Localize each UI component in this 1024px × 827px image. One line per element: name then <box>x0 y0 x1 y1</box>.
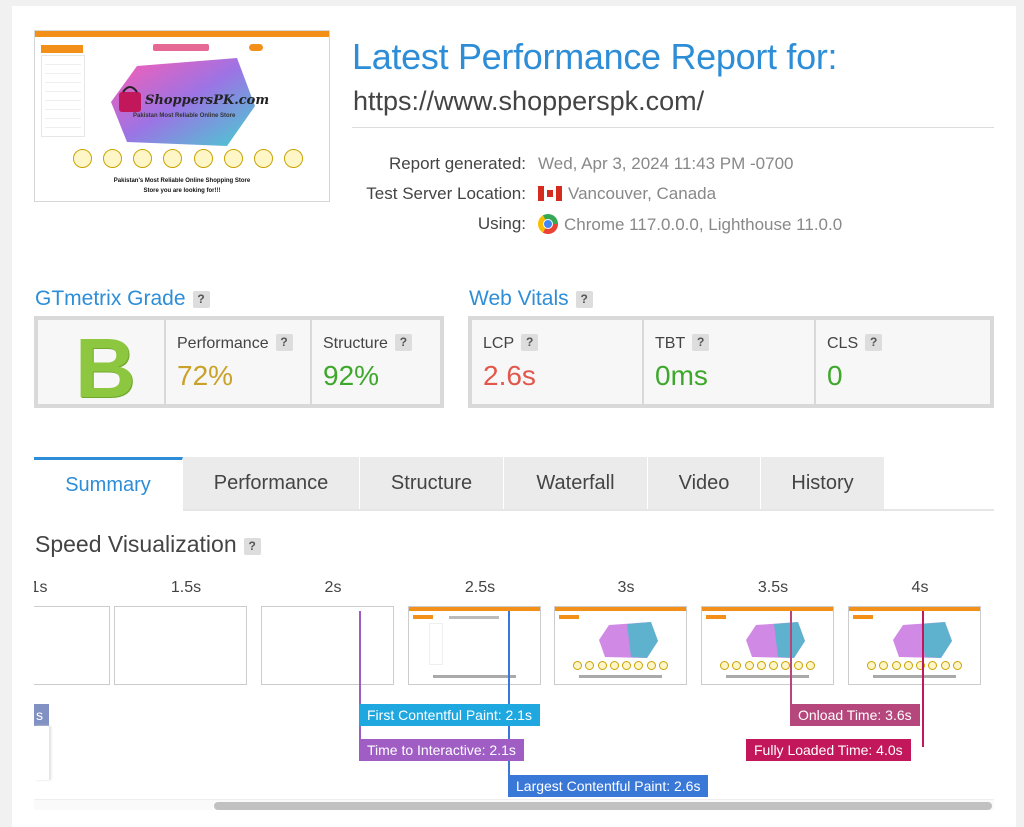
thumb-tagline: Pakistan Most Reliable Online Store <box>133 113 236 119</box>
tab-waterfall[interactable]: Waterfall <box>504 457 648 509</box>
meta-row-using: Using: Chrome 117.0.0.0, Lighthouse 11.0… <box>342 214 992 238</box>
vital-label-wrap: LCP? <box>483 334 539 353</box>
page-screenshot-thumbnail[interactable]: ShoppersPK.com Pakistan Most Reliable On… <box>34 30 330 202</box>
tti-label: Time to Interactive: 2.1s <box>359 739 524 761</box>
gtmetrix-grade-heading: GTmetrix Grade? <box>35 287 210 311</box>
help-icon[interactable]: ? <box>275 334 293 351</box>
thumb-top-bar <box>35 31 329 37</box>
chrome-icon <box>538 214 558 234</box>
timeline-tick: 1.5s <box>170 579 202 596</box>
vital-cls-cell: CLS? 0 <box>816 320 990 404</box>
timeline-stub-panel <box>34 726 50 780</box>
page-title: Latest Performance Report for: <box>352 36 838 77</box>
thumb-caption-1: Pakistan's Most Reliable Online Shopping… <box>113 178 251 184</box>
grade-letter: B <box>75 321 136 415</box>
timeline-tick: 1s <box>34 579 48 596</box>
speed-timeline: 1s 1.5s 2s 2.5s 3s 3.5s 4s s First Conte… <box>34 571 994 811</box>
tab-history[interactable]: History <box>761 457 885 509</box>
structure-label: Structure <box>323 335 388 352</box>
filmstrip-frame-loaded[interactable] <box>848 606 981 685</box>
vital-label-wrap: CLS? <box>827 334 883 353</box>
tab-structure[interactable]: Structure <box>360 457 504 509</box>
thumb-category-list <box>41 55 85 137</box>
onload-marker-line <box>790 611 792 711</box>
help-icon[interactable]: ? <box>865 334 883 351</box>
gtmetrix-grade-title: GTmetrix Grade <box>35 287 186 310</box>
thumb-logo <box>153 44 209 51</box>
meta-key: Test Server Location: <box>366 184 526 203</box>
vital-label-wrap: TBT? <box>655 334 710 353</box>
timeline-tick: 3.5s <box>757 579 789 596</box>
structure-value: 92% <box>323 360 380 391</box>
performance-label: Performance <box>177 335 269 352</box>
timeline-tick: 2s <box>324 579 342 596</box>
thumb-categories-button <box>41 45 83 53</box>
thumb-button <box>249 44 263 51</box>
header-divider <box>352 127 994 128</box>
report-tabs: Summary Performance Structure Waterfall … <box>34 457 994 511</box>
filmstrip-frame-blank[interactable] <box>114 606 247 685</box>
help-icon[interactable]: ? <box>394 334 412 351</box>
lcp-label: Largest Contentful Paint: 2.6s <box>508 775 709 797</box>
vital-label: CLS <box>827 335 859 352</box>
vital-value: 2.6s <box>483 360 536 391</box>
speed-visualization-title: Speed Visualization <box>35 531 237 557</box>
timeline-stub-label: s <box>34 704 49 726</box>
structure-score-cell: Structure? 92% <box>312 320 440 404</box>
help-icon[interactable]: ? <box>692 334 710 351</box>
speed-visualization-heading: Speed Visualization? <box>35 531 261 558</box>
meta-value: Vancouver, Canada <box>568 184 717 203</box>
help-icon[interactable]: ? <box>243 538 261 555</box>
report-url[interactable]: https://www.shopperspk.com/ <box>353 86 704 117</box>
filmstrip-frame-loaded[interactable] <box>554 606 687 685</box>
vital-label: TBT <box>655 335 686 352</box>
structure-label-wrap: Structure? <box>323 334 412 353</box>
web-vitals-heading: Web Vitals? <box>469 287 593 311</box>
vital-value: 0 <box>827 360 843 391</box>
fcp-label: First Contentful Paint: 2.1s <box>359 704 540 726</box>
thumb-logo-text: ShoppersPK.com <box>145 93 270 108</box>
filmstrip-frame-loaded[interactable] <box>701 606 834 685</box>
tab-performance[interactable]: Performance <box>183 457 360 509</box>
vital-label: LCP <box>483 335 515 352</box>
filmstrip-frame-blank[interactable] <box>34 606 110 685</box>
timeline-tick: 4s <box>911 579 929 596</box>
filmstrip-frame-blank[interactable] <box>261 606 394 685</box>
vital-tbt-cell: TBT? 0ms <box>644 320 814 404</box>
tab-summary[interactable]: Summary <box>34 457 183 511</box>
filmstrip-frame-partial[interactable] <box>408 606 541 685</box>
timeline-tick: 3s <box>617 579 635 596</box>
meta-value-wrap: Chrome 117.0.0.0, Lighthouse 11.0.0 <box>538 214 842 235</box>
performance-score-cell: Performance? 72% <box>166 320 310 404</box>
thumb-caption-2: Store you are looking for!!! <box>143 188 221 194</box>
fully-loaded-label: Fully Loaded Time: 4.0s <box>746 739 911 761</box>
meta-key: Report generated: <box>388 154 526 173</box>
report-card: ShoppersPK.com Pakistan Most Reliable On… <box>12 6 1016 827</box>
web-vitals-panel: LCP? 2.6s TBT? 0ms CLS? 0 <box>468 316 994 408</box>
meta-value-wrap: Vancouver, Canada <box>538 184 716 204</box>
gtmetrix-grade-panel: B Performance? 72% Structure? 92% <box>34 316 444 415</box>
meta-key: Using: <box>477 214 526 233</box>
help-icon[interactable]: ? <box>575 291 593 308</box>
vital-lcp-cell: LCP? 2.6s <box>472 320 642 404</box>
thumb-category-icons <box>73 149 303 169</box>
help-icon[interactable]: ? <box>192 291 210 308</box>
performance-label-wrap: Performance? <box>177 334 293 353</box>
canada-flag-icon <box>538 186 562 201</box>
meta-value: Wed, Apr 3, 2024 11:43 PM -0700 <box>538 154 794 173</box>
meta-row-server-location: Test Server Location: Vancouver, Canada <box>342 184 992 208</box>
tab-video[interactable]: Video <box>648 457 761 509</box>
timeline-tick: 2.5s <box>464 579 496 596</box>
onload-label: Onload Time: 3.6s <box>790 704 920 726</box>
timeline-scrollbar-thumb[interactable] <box>214 802 992 810</box>
help-icon[interactable]: ? <box>521 334 539 351</box>
fully-loaded-marker-line <box>922 611 924 747</box>
web-vitals-title: Web Vitals <box>469 287 569 310</box>
performance-value: 72% <box>177 360 234 391</box>
meta-value: Chrome 117.0.0.0, Lighthouse 11.0.0 <box>564 215 843 234</box>
meta-row-report-generated: Report generated: Wed, Apr 3, 2024 11:43… <box>342 154 992 178</box>
vital-value: 0ms <box>655 360 708 391</box>
grade-letter-cell: B <box>38 320 164 415</box>
